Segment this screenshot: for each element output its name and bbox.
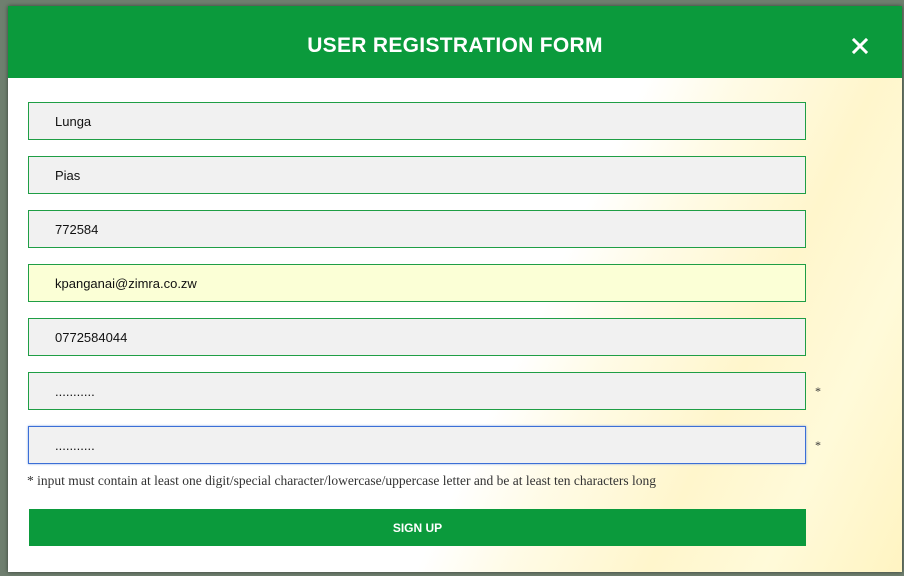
sign-up-button[interactable]: SIGN UP xyxy=(29,509,806,546)
password-row: * xyxy=(28,372,888,410)
close-button[interactable] xyxy=(850,36,874,60)
required-marker: * xyxy=(815,438,821,452)
last-name-field[interactable] xyxy=(28,156,806,194)
last-name-row xyxy=(28,156,888,194)
confirm-password-field[interactable] xyxy=(28,426,806,464)
email-row xyxy=(28,264,888,302)
modal-title: USER REGISTRATION FORM xyxy=(307,34,603,57)
employee-number-field[interactable] xyxy=(28,210,806,248)
phone-row xyxy=(28,318,888,356)
registration-modal: USER REGISTRATION FORM * * * input must … xyxy=(8,6,902,572)
password-hint: * input must contain at least one digit/… xyxy=(27,473,656,488)
confirm-password-row: * xyxy=(28,426,888,464)
modal-header: USER REGISTRATION FORM xyxy=(8,6,902,78)
close-icon xyxy=(851,37,869,55)
required-marker: * xyxy=(815,384,821,398)
phone-field[interactable] xyxy=(28,318,806,356)
password-field[interactable] xyxy=(28,372,806,410)
first-name-field[interactable] xyxy=(28,102,806,140)
first-name-row xyxy=(28,102,888,140)
employee-number-row xyxy=(28,210,888,248)
email-field[interactable] xyxy=(28,264,806,302)
